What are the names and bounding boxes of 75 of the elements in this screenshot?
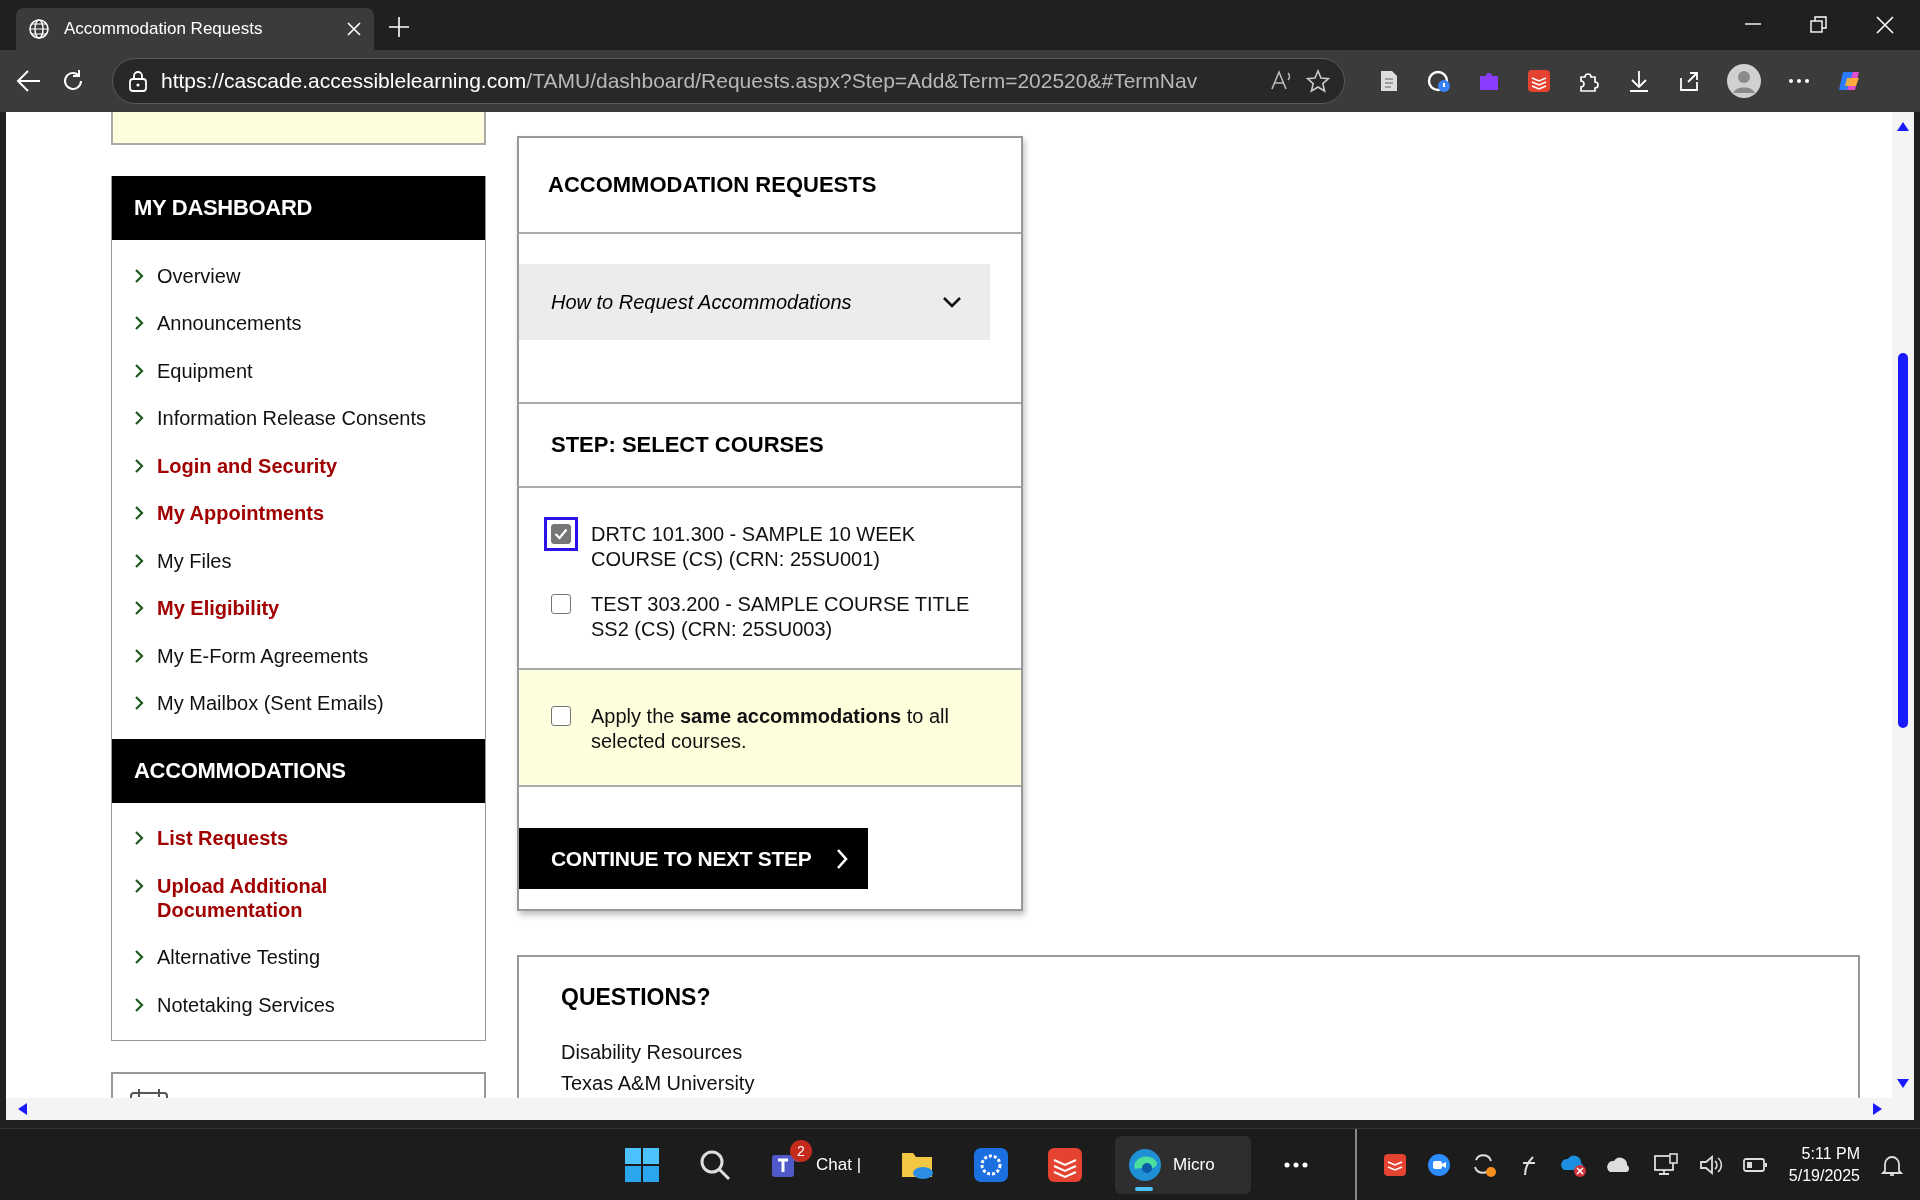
- nav-link[interactable]: Notetaking Services: [157, 992, 335, 1017]
- close-icon[interactable]: [1876, 16, 1894, 34]
- share-icon[interactable]: [1677, 69, 1701, 93]
- globe-icon: [28, 18, 50, 40]
- volume-icon[interactable]: [1698, 1152, 1723, 1177]
- contact-text: Texas A&M University: [561, 1072, 755, 1094]
- nav-link[interactable]: Announcements: [157, 311, 302, 335]
- accordion-header[interactable]: How to Request Accommodations: [519, 264, 990, 340]
- browser-app[interactable]: Micro: [1115, 1135, 1252, 1194]
- nav-link[interactable]: Alternative Testing: [157, 945, 321, 969]
- chevron-icon: [835, 847, 848, 870]
- tab-title: Accommodation Requests: [64, 19, 264, 39]
- section-title: QUESTIONS?: [561, 983, 711, 1011]
- chevron-icon: [134, 831, 144, 845]
- scrollbar-thumb[interactable]: [1898, 352, 1908, 728]
- nav-link[interactable]: My Files: [157, 548, 232, 573]
- browser-tab[interactable]: Accommodation Requests: [16, 8, 374, 50]
- nav-link[interactable]: My E-Form Agreements: [157, 643, 369, 668]
- chevron-icon: [134, 648, 144, 663]
- clock[interactable]: 5:11 PM 5/19/2025: [1788, 1142, 1860, 1187]
- windows-start-icon[interactable]: [624, 1146, 660, 1183]
- close-icon[interactable]: [346, 21, 362, 37]
- course-label[interactable]: TEST 303.200 - SAMPLE COURSE TITLE SS2 (CS) (CRN: 25SU003): [591, 592, 1001, 642]
- nav-link[interactable]: Upload Additional Documentation: [157, 873, 457, 922]
- address-bar[interactable]: https://cascade.accessiblelearning.com/TAMU/dashboard/Requests.aspx?Step=Add&Term=202520&#TermNav: [112, 58, 1345, 104]
- todo-app-icon[interactable]: [1382, 1152, 1407, 1177]
- scroll-left-icon[interactable]: [16, 1102, 28, 1116]
- chevron-icon: [134, 553, 144, 568]
- nav-link[interactable]: Overview: [157, 263, 241, 288]
- video-app-icon[interactable]: [1426, 1152, 1451, 1177]
- todo-app-icon[interactable]: [1527, 69, 1551, 93]
- extension-icon[interactable]: [1427, 69, 1451, 93]
- lock-icon: [127, 70, 149, 92]
- avatar-icon[interactable]: [1727, 64, 1761, 98]
- star-icon[interactable]: [1306, 69, 1330, 93]
- chevron-icon: [134, 601, 144, 615]
- nav-link[interactable]: List Requests: [157, 826, 289, 850]
- panel-title: ACCOMMODATION REQUESTS: [548, 172, 877, 198]
- back-icon[interactable]: [16, 68, 42, 94]
- nav-link[interactable]: My Appointments: [157, 501, 325, 525]
- chevron-icon: [134, 997, 144, 1012]
- download-icon[interactable]: [1627, 69, 1651, 93]
- chevron-icon: [942, 294, 962, 310]
- scroll-down-icon[interactable]: [1896, 1078, 1910, 1090]
- nav-link[interactable]: Equipment: [157, 358, 253, 383]
- nav-link[interactable]: Information Release Consents: [157, 406, 427, 430]
- chevron-icon: [134, 696, 144, 710]
- step-title: STEP: SELECT COURSES: [551, 432, 824, 458]
- chevron-icon: [134, 878, 144, 893]
- chevron-icon: [134, 506, 144, 520]
- checkbox[interactable]: [544, 517, 578, 551]
- chat-app[interactable]: 2 Chat |: [764, 1135, 868, 1194]
- scroll-up-icon[interactable]: [1896, 120, 1910, 132]
- notification-badge: 2: [790, 1139, 812, 1162]
- chevron-icon: [134, 411, 144, 425]
- section-header: MY DASHBOARD: [112, 176, 485, 240]
- chevron-icon: [134, 363, 144, 378]
- browser-logo-icon: [1127, 1146, 1164, 1183]
- chevron-icon: [134, 316, 144, 330]
- section-header: ACCOMMODATIONS: [112, 738, 485, 803]
- chevron-icon: [134, 268, 144, 283]
- chevron-icon: [134, 458, 144, 473]
- checkmark-icon: [554, 528, 568, 540]
- nav-link[interactable]: Login and Security: [157, 453, 338, 478]
- new-tab-icon[interactable]: [388, 16, 410, 38]
- todo-app-icon[interactable]: [1047, 1146, 1084, 1183]
- nav-link[interactable]: My Mailbox (Sent Emails): [157, 691, 384, 715]
- nav-link[interactable]: My Eligibility: [157, 596, 280, 620]
- restore-icon[interactable]: [1810, 16, 1828, 34]
- network-icon[interactable]: [1652, 1152, 1679, 1177]
- contact-text: Disability Resources: [561, 1041, 743, 1063]
- course-label[interactable]: DRTC 101.300 - SAMPLE 10 WEEK COURSE (CS) (CRN: 25SU001): [591, 522, 1001, 572]
- chevron-icon: [134, 950, 144, 964]
- scroll-right-icon[interactable]: [1872, 1102, 1884, 1116]
- continue-button[interactable]: CONTINUE TO NEXT STEP: [519, 828, 868, 889]
